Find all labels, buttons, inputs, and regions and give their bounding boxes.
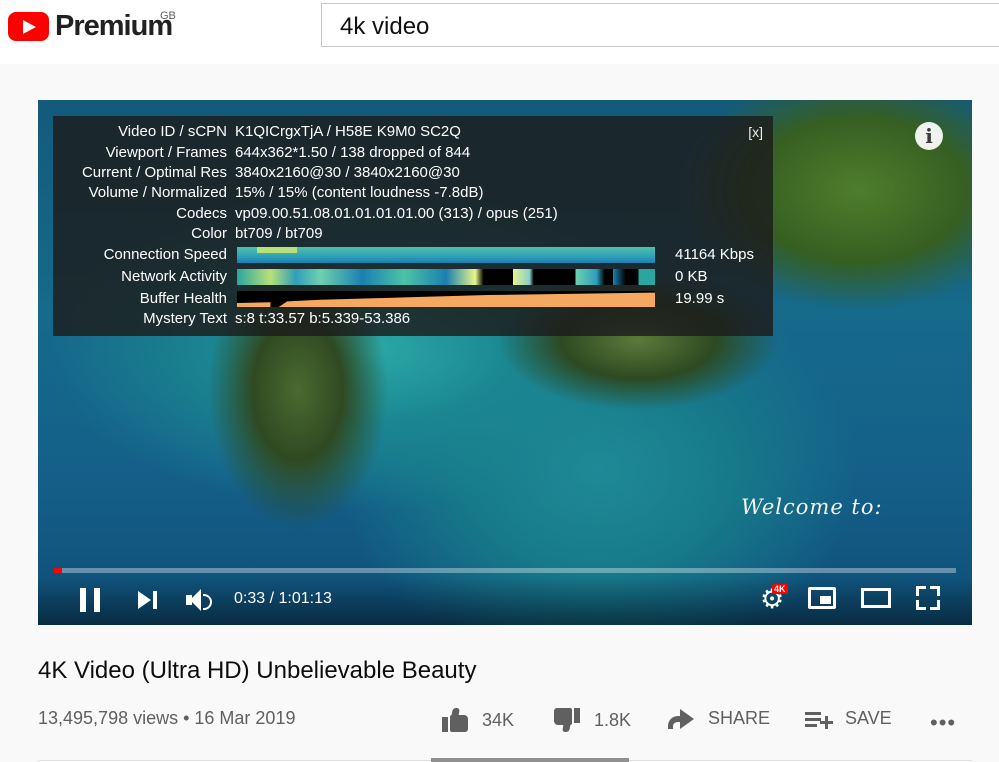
time-display: 0:33 / 1:01:13 — [234, 590, 332, 607]
progress-played — [54, 568, 63, 573]
dislike-count: 1.8K — [594, 709, 632, 730]
quality-badge: 4K — [772, 584, 788, 594]
stat-row: Viewport / Frames 644x362*1.50 / 138 dro… — [53, 143, 773, 163]
player-controls: 0:33 / 1:01:13 ⚙ 4K — [38, 576, 972, 625]
network-activity-row: Network Activity 0 KB — [53, 267, 773, 287]
stat-value: 3840x2160@30 / 3840x2160@30 — [235, 164, 460, 181]
stat-label: Volume / Normalized — [88, 184, 227, 201]
connection-speed-row: Connection Speed 41164 Kbps — [53, 245, 773, 265]
share-label: SHARE — [708, 708, 771, 728]
stat-value: s:8 t:33.57 b:5.339-53.386 — [235, 310, 411, 327]
stat-label: Video ID / sCPN — [118, 123, 227, 140]
stat-value: 15% / 15% (content loudness -7.8dB) — [235, 184, 484, 201]
pause-icon[interactable] — [80, 588, 101, 612]
video-title: 4K Video (Ultra HD) Unbelievable Beauty — [38, 657, 477, 684]
network-activity-graph — [237, 269, 655, 285]
stat-label: Buffer Health — [139, 290, 227, 307]
stat-label: Connection Speed — [103, 246, 227, 263]
stat-label: Network Activity — [121, 268, 227, 285]
youtube-play-icon — [8, 12, 49, 41]
more-actions-button[interactable]: ••• — [930, 710, 956, 736]
save-button[interactable]: SAVE — [805, 708, 892, 729]
stat-label: Codecs — [176, 205, 227, 222]
like-button[interactable]: 34K — [442, 708, 514, 732]
thumbs-down-icon — [554, 708, 580, 732]
masthead: Premium GB 4k video — [0, 0, 999, 64]
fullscreen-icon[interactable] — [916, 586, 940, 610]
volume-icon[interactable] — [186, 589, 212, 611]
stat-row: Volume / Normalized 15% / 15% (content l… — [53, 183, 773, 203]
playlist-add-icon — [805, 709, 833, 729]
view-count-date: 13,495,798 views • 16 Mar 2019 — [38, 708, 296, 728]
youtube-premium-logo[interactable]: Premium — [8, 10, 173, 43]
logo-text: Premium — [55, 10, 173, 42]
like-sentiment-bar — [431, 758, 629, 762]
stat-value: bt709 / bt709 — [235, 225, 323, 242]
save-label: SAVE — [845, 708, 892, 728]
miniplayer-icon[interactable] — [808, 587, 836, 609]
buffer-health-row: Buffer Health 19.99 s — [53, 289, 773, 309]
stat-label: Mystery Text — [143, 310, 227, 327]
region-code: GB — [160, 10, 176, 22]
info-icon[interactable]: i — [915, 122, 943, 150]
stat-row: Codecs vp09.00.51.08.01.01.01.01.00 (313… — [53, 204, 773, 224]
video-overlay-caption: Welcome to: — [741, 495, 883, 519]
share-button[interactable]: SHARE — [668, 708, 770, 729]
stats-for-nerds-panel: [x] Video ID / sCPN K1QICrgxTjA / H58E K… — [53, 116, 773, 336]
stat-label: Viewport / Frames — [105, 144, 227, 161]
search-input[interactable]: 4k video — [321, 3, 999, 47]
stat-value: 41164 Kbps — [675, 246, 754, 263]
next-icon[interactable] — [138, 591, 158, 609]
video-player[interactable]: [x] Video ID / sCPN K1QICrgxTjA / H58E K… — [38, 100, 972, 625]
connection-speed-graph — [237, 247, 655, 263]
buffer-health-graph — [237, 291, 655, 307]
mystery-text-row: Mystery Text s:8 t:33.57 b:5.339-53.386 — [53, 309, 773, 329]
stat-label: Color — [191, 225, 227, 242]
progress-bar[interactable] — [54, 568, 956, 573]
stat-value: vp09.00.51.08.01.01.01.01.00 (313) / opu… — [235, 205, 558, 222]
stat-value: 19.99 s — [675, 290, 725, 307]
stat-row: Video ID / sCPN K1QICrgxTjA / H58E K9M0 … — [53, 122, 773, 142]
theater-icon[interactable] — [861, 588, 891, 608]
stat-label: Current / Optimal Res — [81, 164, 227, 181]
stat-row: Color bt709 / bt709 — [53, 224, 773, 244]
stat-row: Current / Optimal Res 3840x2160@30 / 384… — [53, 163, 773, 183]
stat-value: 644x362*1.50 / 138 dropped of 844 — [235, 144, 471, 161]
thumbs-up-icon — [442, 708, 468, 732]
dislike-button[interactable]: 1.8K — [554, 708, 631, 732]
like-count: 34K — [482, 709, 515, 730]
stat-value: K1QICrgxTjA / H58E K9M0 SC2Q — [235, 123, 461, 140]
share-icon — [668, 708, 694, 729]
stat-value: 0 KB — [675, 268, 708, 285]
